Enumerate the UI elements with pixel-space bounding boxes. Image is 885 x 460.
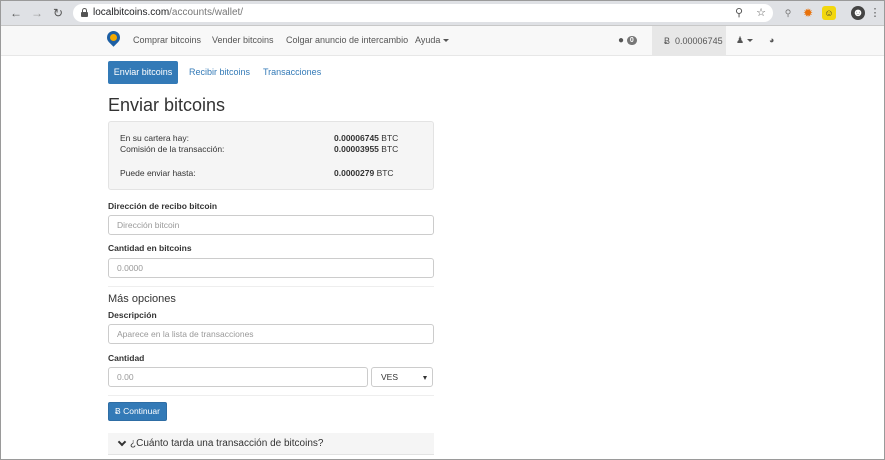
- fiat-amount-label: Cantidad: [108, 353, 145, 363]
- transaction-fee-number: 0.00003955: [334, 144, 379, 154]
- wallet-balance-amount: 0.00006745 BTC: [334, 133, 398, 143]
- chat-bubble-icon: ●: [618, 35, 625, 46]
- nav-help-label: Ayuda: [415, 35, 441, 45]
- extension-sun-icon[interactable]: ✹: [801, 6, 815, 20]
- nav-sell-bitcoins[interactable]: Vender bitcoins: [212, 35, 274, 46]
- zoom-icon[interactable]: ⚲: [732, 6, 746, 20]
- bookmark-star-icon[interactable]: ☆: [754, 6, 768, 20]
- divider: [108, 395, 434, 396]
- faq-accordion-item[interactable]: ¿Cuánto tarda una transacción de bitcoin…: [108, 433, 434, 455]
- bitcoin-address-input[interactable]: [108, 215, 434, 235]
- currency-select[interactable]: VES: [371, 367, 433, 387]
- more-options-heading: Más opciones: [108, 293, 176, 305]
- wallet-balance-unit: BTC: [381, 133, 399, 143]
- bitcoin-symbol-icon: Ƀ: [115, 406, 121, 416]
- dashboard-icon[interactable]: ◕: [769, 35, 774, 46]
- caret-down-icon: [443, 39, 450, 43]
- continue-button[interactable]: Ƀ Continuar: [108, 402, 167, 421]
- faq-question: ¿Cuánto tarda una transacción de bitcoin…: [130, 438, 324, 449]
- select-arrow-icon: [423, 376, 427, 380]
- divider: [108, 286, 434, 287]
- caret-down-icon: [747, 39, 754, 43]
- address-bar[interactable]: localbitcoins.com/accounts/wallet/ ⚲ ☆: [73, 4, 773, 22]
- reload-icon[interactable]: ↻: [51, 6, 65, 20]
- extension-face-icon[interactable]: ☺: [822, 6, 836, 20]
- lock-icon: [81, 8, 88, 17]
- page-title: Enviar bitcoins: [108, 95, 226, 115]
- wallet-summary: En su cartera hay: 0.00006745 BTC Comisi…: [108, 121, 434, 190]
- profile-avatar-icon[interactable]: ☻: [851, 6, 865, 20]
- nav-post-trade-ad[interactable]: Colgar anuncio de intercambio: [286, 35, 408, 46]
- wallet-balance-label: En su cartera hay:: [120, 133, 189, 143]
- transaction-fee-label: Comisión de la transacción:: [120, 144, 225, 154]
- user-icon: ♟: [736, 35, 745, 45]
- nav-buy-bitcoins[interactable]: Comprar bitcoins: [133, 35, 201, 46]
- fiat-amount-input[interactable]: [108, 367, 368, 387]
- url-text[interactable]: localbitcoins.com/accounts/wallet/: [93, 7, 243, 19]
- tab-receive-bitcoins[interactable]: Recibir bitcoins: [189, 67, 250, 78]
- browser-window: ← → ↻ localbitcoins.com/accounts/wallet/…: [0, 0, 885, 460]
- url-domain: localbitcoins.com: [93, 7, 170, 18]
- nav-help-dropdown[interactable]: Ayuda: [415, 35, 450, 46]
- url-path: /accounts/wallet/: [169, 7, 244, 18]
- user-menu-dropdown[interactable]: ♟: [736, 35, 754, 46]
- localbitcoins-logo-icon[interactable]: [104, 28, 123, 49]
- max-send-number: 0.0000279: [334, 168, 375, 178]
- chevron-down-icon: [117, 437, 127, 447]
- extension-pin-icon[interactable]: ⚲: [781, 6, 795, 20]
- continue-button-label: Continuar: [123, 406, 160, 416]
- forward-icon[interactable]: →: [30, 6, 44, 20]
- tab-transactions[interactable]: Transacciones: [263, 67, 321, 78]
- chat-notifications[interactable]: ● 0: [618, 35, 637, 46]
- browser-toolbar: ← → ↻ localbitcoins.com/accounts/wallet/…: [1, 1, 884, 26]
- transaction-fee-unit: BTC: [381, 144, 399, 154]
- currency-selected-value: VES: [381, 372, 399, 382]
- chat-count-badge: 0: [626, 35, 637, 45]
- max-send-amount: 0.0000279 BTC: [334, 168, 394, 178]
- wallet-balance-nav[interactable]: Ƀ 0.00006745: [652, 26, 726, 56]
- max-send-label: Puede enviar hasta:: [120, 168, 196, 178]
- back-icon[interactable]: ←: [9, 6, 23, 20]
- bitcoin-symbol-icon: Ƀ: [664, 36, 671, 46]
- description-input[interactable]: [108, 324, 434, 344]
- tab-send-bitcoins[interactable]: Enviar bitcoins: [108, 61, 178, 84]
- browser-menu-icon[interactable]: ⋮: [868, 6, 882, 20]
- site-navbar: Comprar bitcoins Vender bitcoins Colgar …: [1, 26, 884, 56]
- address-label: Dirección de recibo bitcoin: [108, 201, 218, 211]
- amount-btc-input[interactable]: [108, 258, 434, 278]
- wallet-balance-value: 0.00006745: [675, 36, 723, 46]
- amount-btc-label: Cantidad en bitcoins: [108, 243, 192, 253]
- max-send-unit: BTC: [376, 168, 394, 178]
- description-label: Descripción: [108, 310, 157, 320]
- wallet-balance-number: 0.00006745: [334, 133, 379, 143]
- transaction-fee-amount: 0.00003955 BTC: [334, 144, 398, 154]
